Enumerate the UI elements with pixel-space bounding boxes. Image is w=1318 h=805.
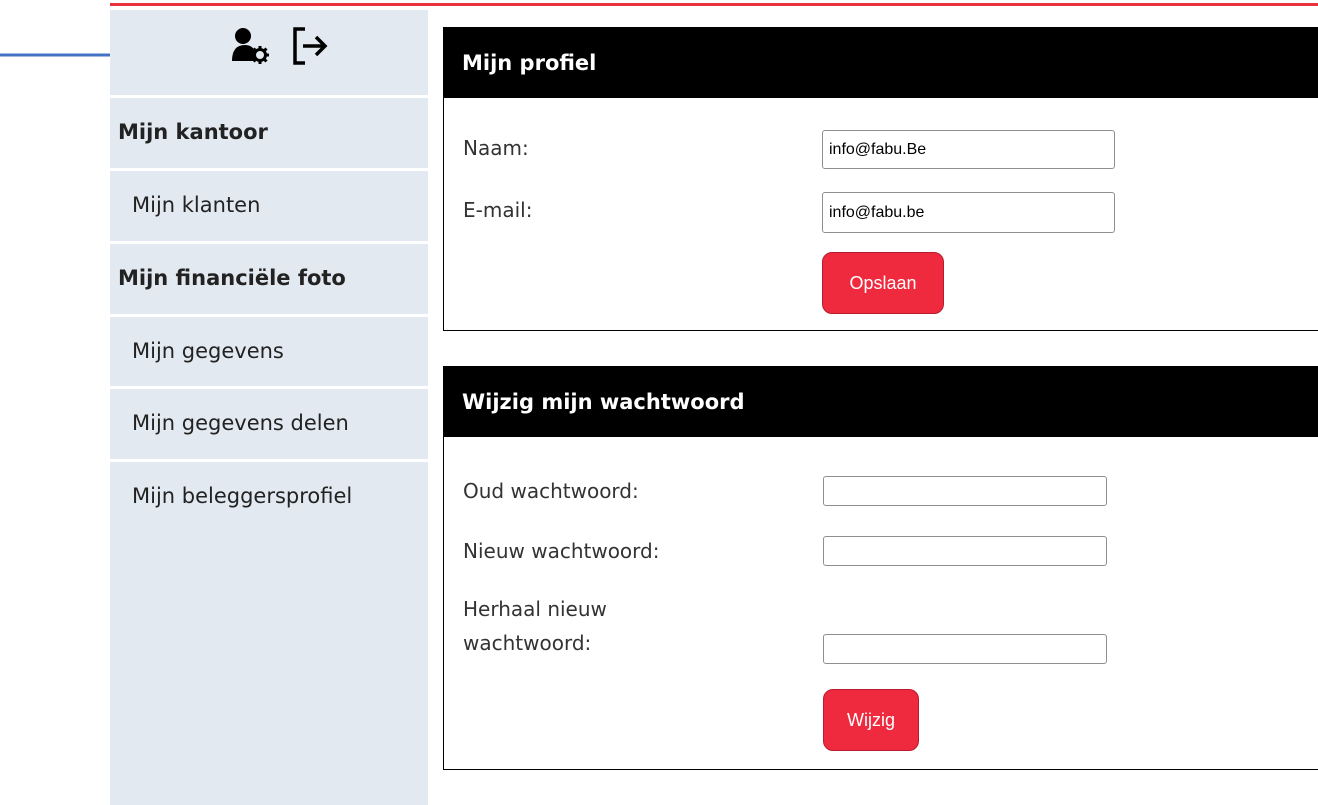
sidebar-item-mijn-beleggersprofiel[interactable]: Mijn beleggersprofiel — [110, 459, 428, 529]
sidebar-item-label: Mijn gegevens — [132, 338, 284, 363]
name-input[interactable] — [822, 130, 1115, 169]
email-input[interactable] — [822, 192, 1115, 233]
name-label: Naam: — [463, 136, 529, 160]
password-panel-title: Wijzig mijn wachtwoord — [444, 366, 1318, 437]
user-gear-icon[interactable] — [230, 25, 272, 71]
change-password-button[interactable]: Wijzig — [823, 689, 919, 751]
repeat-password-label-line2: wachtwoord: — [463, 631, 592, 655]
repeat-password-label: Herhaal nieuw wachtwoord: — [463, 592, 607, 660]
sidebar-header — [110, 10, 428, 95]
sidebar-item-mijn-klanten[interactable]: Mijn klanten — [110, 168, 428, 238]
logout-icon[interactable] — [290, 23, 330, 69]
new-password-label: Nieuw wachtwoord: — [463, 539, 660, 563]
sidebar-item-label: Mijn beleggersprofiel — [132, 483, 353, 508]
new-password-input[interactable] — [823, 536, 1107, 566]
password-panel: Wijzig mijn wachtwoord Oud wachtwoord: N… — [443, 366, 1318, 770]
sidebar-item-label: Mijn gegevens delen — [132, 410, 349, 435]
sidebar-item-mijn-kantoor[interactable]: Mijn kantoor — [110, 95, 428, 165]
repeat-password-input[interactable] — [823, 634, 1107, 664]
sidebar-item-label: Mijn kantoor — [118, 119, 268, 144]
save-button[interactable]: Opslaan — [822, 252, 944, 314]
old-password-input[interactable] — [823, 476, 1107, 506]
old-password-label: Oud wachtwoord: — [463, 479, 639, 503]
profile-panel: Mijn profiel Naam: E-mail: Opslaan — [443, 27, 1318, 331]
sidebar-item-mijn-gegevens-delen[interactable]: Mijn gegevens delen — [110, 386, 428, 456]
sidebar-item-label: Mijn financiële foto — [118, 265, 346, 290]
sidebar: Mijn kantoor Mijn klanten Mijn financiël… — [110, 10, 428, 805]
profile-panel-title: Mijn profiel — [444, 27, 1318, 98]
sidebar-item-mijn-gegevens[interactable]: Mijn gegevens — [110, 314, 428, 384]
sidebar-item-mijn-financiele-foto[interactable]: Mijn financiële foto — [110, 241, 428, 311]
top-accent-line — [110, 3, 1318, 6]
repeat-password-label-line1: Herhaal nieuw — [463, 597, 607, 621]
sidebar-item-label: Mijn klanten — [132, 192, 261, 217]
email-label: E-mail: — [463, 198, 533, 222]
